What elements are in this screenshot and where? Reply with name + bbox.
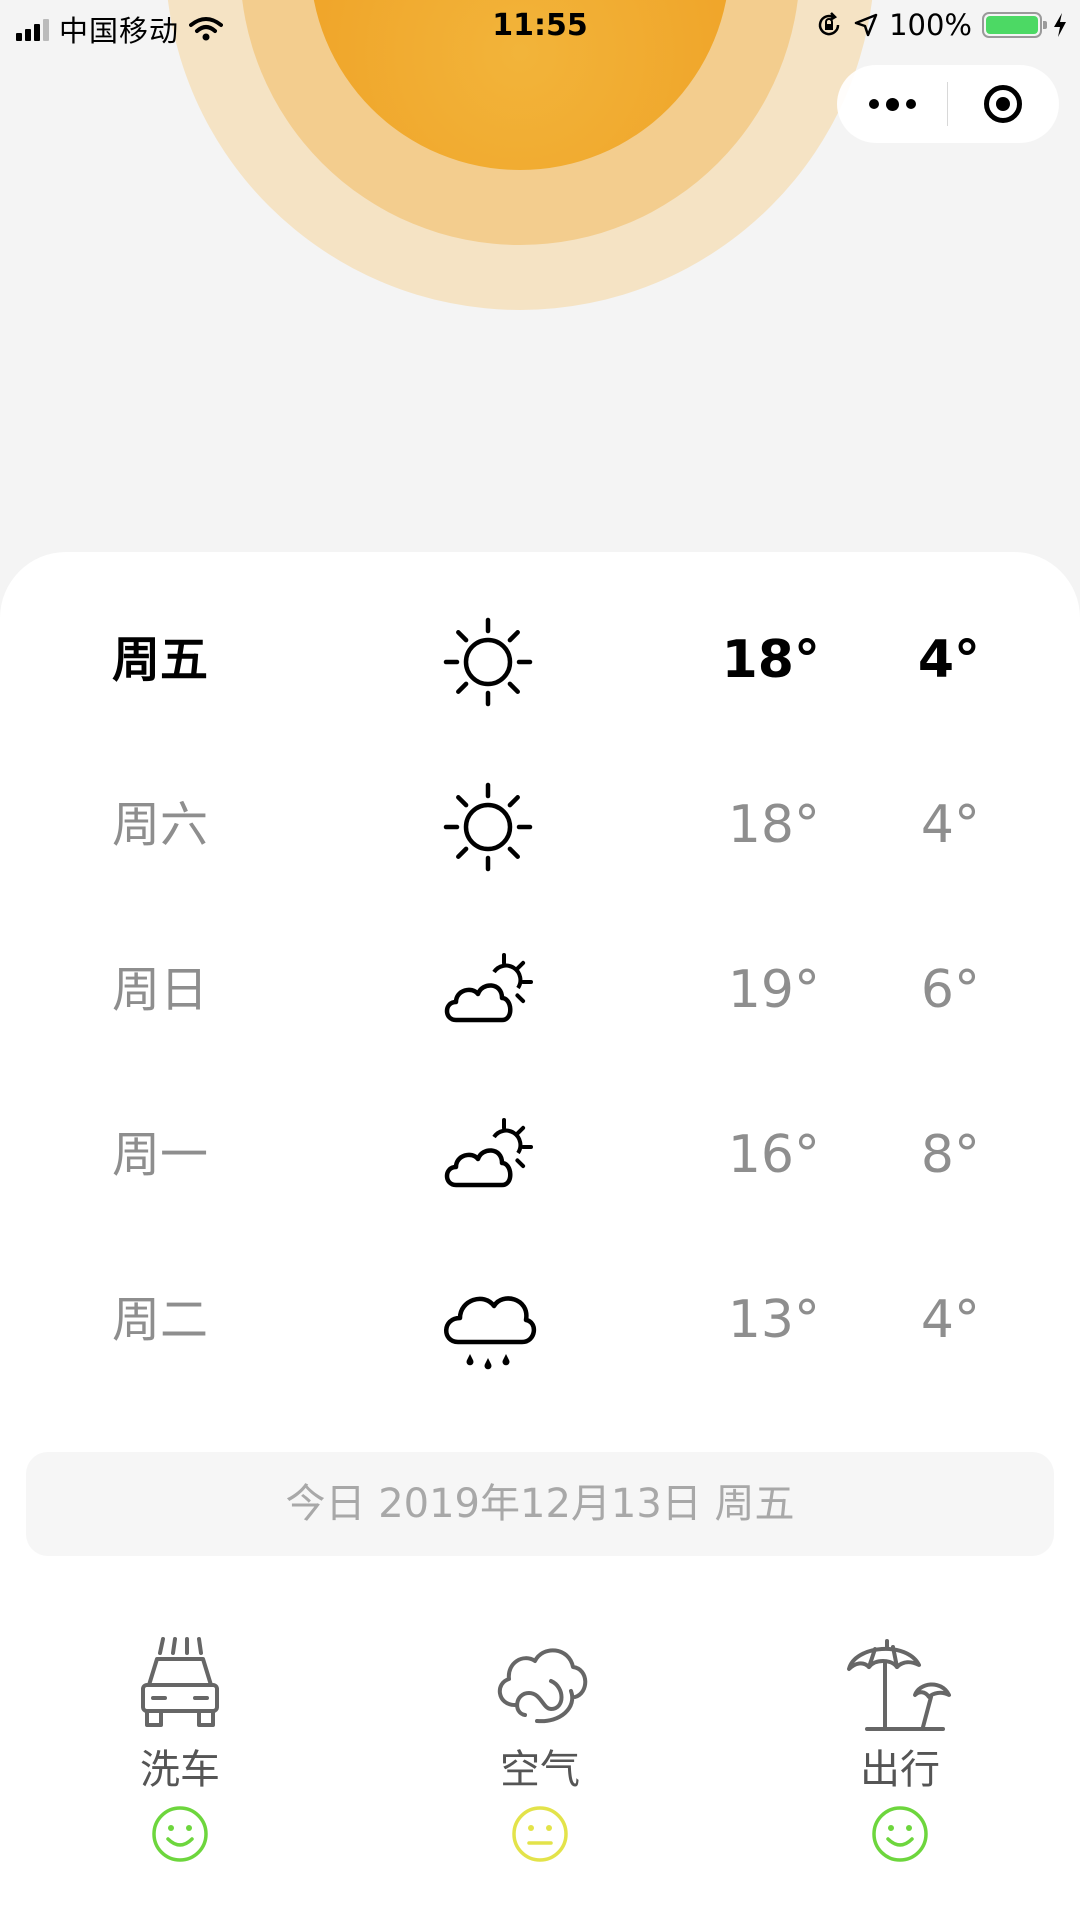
partly-cloudy-icon (438, 942, 538, 1042)
today-date-bar: 今日 2019年12月13日 周五 (26, 1452, 1054, 1556)
sunny-icon (438, 612, 538, 712)
high-temp: 19° (727, 960, 820, 1020)
high-temp: 18° (721, 630, 820, 690)
tip-label: 空气 (500, 1747, 580, 1793)
battery-percent: 100% (889, 8, 972, 42)
tip-travel[interactable]: 出行 (800, 1635, 1000, 1863)
battery-icon (982, 12, 1047, 38)
forecast-row: 周五 18° 4° (0, 600, 1080, 720)
rain-icon (438, 1272, 538, 1372)
status-bar: 中国移动 11:55 100% (0, 0, 1080, 54)
target-close-icon[interactable] (948, 65, 1058, 143)
tip-air[interactable]: 空气 (440, 1635, 640, 1863)
day-name: 周六 (112, 797, 209, 853)
day-name: 周一 (112, 1127, 209, 1183)
forecast-row: 周六 18° 4° (0, 765, 1080, 885)
tip-label: 出行 (860, 1747, 940, 1793)
more-dots-icon[interactable] (837, 65, 947, 143)
location-arrow-icon (854, 13, 878, 37)
tip-label: 洗车 (140, 1747, 220, 1793)
tip-car-wash[interactable]: 洗车 (80, 1635, 280, 1863)
high-temp: 13° (727, 1290, 820, 1350)
charging-bolt-icon (1054, 13, 1066, 37)
high-temp: 18° (727, 795, 820, 855)
day-name: 周日 (112, 962, 209, 1018)
car-wash-icon (141, 1637, 219, 1727)
day-name: 周五 (112, 632, 209, 688)
low-temp: 4° (920, 795, 980, 855)
rotation-lock-icon (818, 12, 840, 36)
battery-level (986, 16, 1038, 34)
day-name: 周二 (112, 1292, 209, 1348)
miniprogram-capsule (837, 65, 1059, 143)
happy-face-icon (152, 1806, 208, 1862)
forecast-row: 周二 13° 4° (0, 1260, 1080, 1380)
low-temp: 4° (917, 630, 980, 690)
neutral-face-icon (512, 1806, 568, 1862)
sunny-icon (438, 777, 538, 877)
happy-face-icon (872, 1806, 928, 1862)
air-icon (498, 1648, 588, 1724)
low-temp: 6° (920, 960, 980, 1020)
partly-cloudy-icon (438, 1107, 538, 1207)
forecast-row: 周一 16° 8° (0, 1095, 1080, 1215)
high-temp: 16° (727, 1125, 820, 1185)
low-temp: 8° (920, 1125, 980, 1185)
low-temp: 4° (920, 1290, 980, 1350)
beach-umbrella-icon (847, 1639, 951, 1731)
forecast-row: 周日 19° 6° (0, 930, 1080, 1050)
